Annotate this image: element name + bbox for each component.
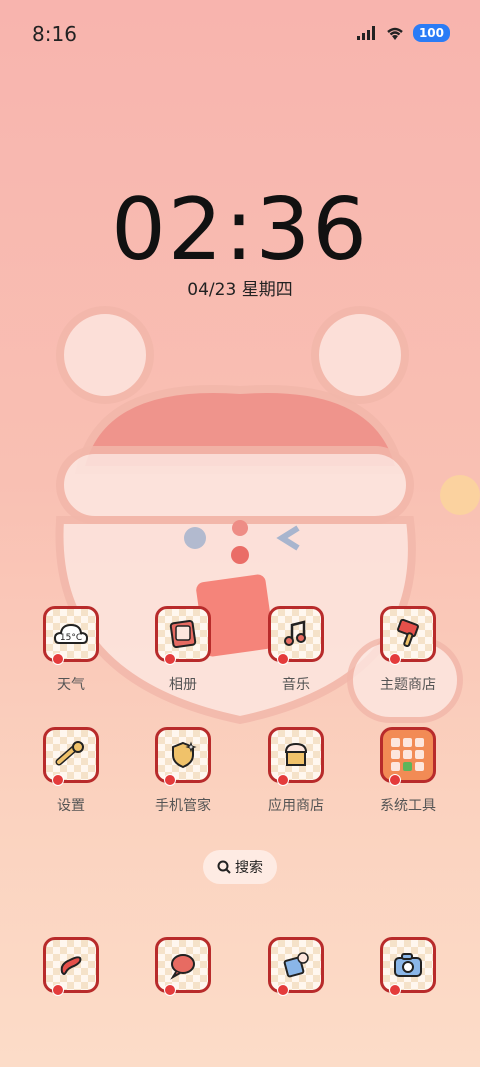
- status-time: 8:16: [32, 22, 77, 46]
- app-phone-manager-label: 手机管家: [155, 798, 211, 814]
- app-theme-store[interactable]: 主题商店: [358, 606, 458, 694]
- settings-icon: [55, 741, 84, 766]
- app-music-label: 音乐: [282, 677, 310, 693]
- phone-manager-icon: [172, 741, 197, 769]
- app-theme-store-label: 主题商店: [380, 677, 436, 693]
- app-gallery[interactable]: 相册: [133, 606, 233, 694]
- dock-phone[interactable]: [21, 937, 121, 996]
- app-weather-label: 天气: [57, 677, 85, 693]
- app-store-icon: [284, 742, 308, 766]
- lockscreen-clock: 02:36: [111, 180, 369, 280]
- app-store-label: 应用商店: [268, 798, 324, 814]
- app-settings[interactable]: 设置: [21, 727, 121, 815]
- messages-icon: [170, 954, 195, 980]
- app-system-tools-folder[interactable]: 系统工具: [358, 727, 458, 815]
- dock-messages[interactable]: [133, 937, 233, 996]
- search-icon: [217, 860, 231, 874]
- dock-browser[interactable]: [246, 937, 346, 996]
- system-tools-folder-icon: [391, 738, 424, 771]
- app-store[interactable]: 应用商店: [246, 727, 346, 815]
- search-label: 搜索: [235, 860, 263, 876]
- system-icons: 100: [356, 24, 450, 42]
- status-bar: 8:16 100: [0, 0, 480, 64]
- theme-store-icon: [397, 619, 419, 648]
- weather-icon: 15°C: [53, 623, 89, 644]
- search-button[interactable]: 搜索: [203, 850, 277, 884]
- wifi-icon: [387, 27, 403, 40]
- gallery-icon: [169, 619, 197, 649]
- browser-icon: [283, 952, 309, 978]
- app-gallery-label: 相册: [169, 677, 197, 693]
- signal-icon: [356, 26, 375, 40]
- lockscreen-date: 04/23 星期四: [187, 280, 293, 300]
- app-phone-manager[interactable]: 手机管家: [133, 727, 233, 815]
- battery-indicator: 100: [412, 24, 450, 42]
- phone-icon: [60, 956, 82, 975]
- app-music[interactable]: 音乐: [246, 606, 346, 694]
- app-settings-label: 设置: [57, 798, 85, 814]
- camera-icon: [394, 953, 422, 977]
- music-icon: [284, 620, 306, 646]
- dock-camera[interactable]: [358, 937, 458, 996]
- app-weather[interactable]: 15°C 天气: [21, 606, 121, 694]
- weather-temp-badge: 15°C: [60, 633, 82, 643]
- app-system-tools-label: 系统工具: [380, 798, 436, 814]
